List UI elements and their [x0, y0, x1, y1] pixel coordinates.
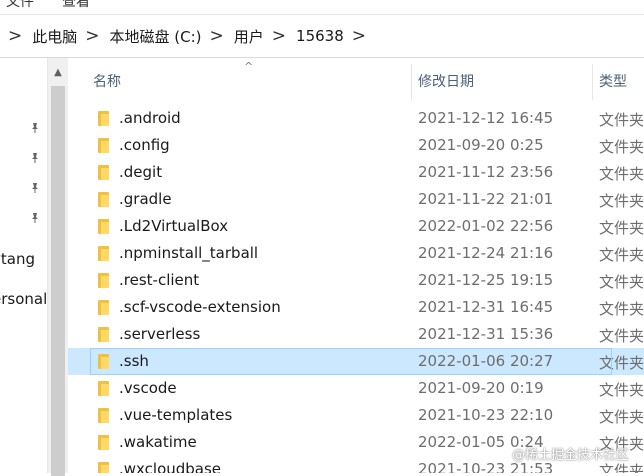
scroll-up-arrow-icon[interactable]: ▲ [48, 64, 68, 82]
file-name: .wakatime [119, 433, 197, 451]
file-list-pane: ^ 名称 修改日期 类型 .android 2021-12-12 16:45 文… [68, 58, 644, 473]
column-divider[interactable] [411, 64, 412, 100]
file-name: .vscode [119, 379, 177, 397]
file-name: .serverless [119, 325, 201, 343]
breadcrumb-user-folder[interactable]: 15638 [296, 27, 344, 45]
breadcrumb-chevron-icon[interactable]: > [210, 27, 224, 45]
file-type: 文件夹 [599, 408, 644, 426]
breadcrumb-chevron-icon[interactable]: > [272, 27, 286, 45]
file-type: 文件夹 [599, 219, 644, 237]
file-modified: 2021-11-12 23:56 [418, 163, 554, 181]
file-row[interactable]: .scf-vscode-extension 2021-12-31 16:45 文… [68, 294, 644, 321]
file-row[interactable]: .rest-client 2021-12-25 19:15 文件夹 [68, 267, 644, 294]
file-type: 文件夹 [599, 192, 644, 210]
file-modified: 2022-01-06 20:27 [418, 352, 554, 370]
folder-icon [98, 246, 109, 261]
column-divider[interactable] [592, 64, 593, 100]
folder-icon [98, 273, 109, 288]
file-name: .degit [119, 163, 163, 181]
file-modified: 2021-11-22 21:01 [418, 190, 554, 208]
breadcrumb-chevron-icon[interactable]: > [352, 27, 366, 45]
breadcrumb-chevron-icon[interactable]: > [8, 27, 22, 45]
file-name: .scf-vscode-extension [119, 298, 281, 316]
pin-icon[interactable] [28, 212, 42, 226]
column-header-name[interactable]: 名称 [93, 71, 121, 91]
file-modified: 2021-12-31 16:45 [418, 298, 554, 316]
folder-icon [98, 381, 109, 396]
file-type: 文件夹 [599, 327, 644, 345]
scroll-thumb[interactable] [51, 86, 65, 476]
breadcrumb-chevron-icon[interactable]: > [85, 27, 99, 45]
file-row[interactable]: .vscode 2021-09-20 0:19 文件夹 [68, 375, 644, 402]
breadcrumb-users[interactable]: 用户 [234, 26, 264, 47]
file-modified: 2021-12-12 16:45 [418, 109, 554, 127]
folder-icon [98, 435, 109, 450]
watermark: @稀土掘金技术社区 [512, 448, 630, 463]
file-row-selected[interactable]: .ssh 2022-01-06 20:27 文件夹 [68, 348, 644, 375]
file-type: 文件夹 [599, 381, 644, 399]
file-name: .rest-client [119, 271, 200, 289]
file-modified: 2021-10-23 22:10 [418, 406, 554, 424]
file-row[interactable]: .degit 2021-11-12 23:56 文件夹 [68, 159, 644, 186]
file-modified: 2021-09-20 0:25 [418, 136, 544, 154]
file-name: .wxcloudbase [119, 460, 222, 473]
file-name: .vue-templates [119, 406, 233, 424]
file-row[interactable]: .config 2021-09-20 0:25 文件夹 [68, 132, 644, 159]
file-name: .Ld2VirtualBox [119, 217, 229, 235]
pin-icon[interactable] [28, 122, 42, 136]
folder-icon [98, 462, 109, 473]
file-type: 文件夹 [599, 165, 644, 183]
folder-icon [98, 192, 109, 207]
file-name: .gradle [119, 190, 172, 208]
nav-item-user[interactable]: ytang [0, 250, 35, 268]
file-modified: 2021-09-20 0:19 [418, 379, 544, 397]
breadcrumb-local-disk[interactable]: 本地磁盘 (C:) [110, 26, 202, 47]
file-row[interactable]: .gradle 2021-11-22 21:01 文件夹 [68, 186, 644, 213]
file-name: .android [119, 109, 181, 127]
file-name: .config [119, 136, 170, 154]
address-bar[interactable]: > 此电脑 > 本地磁盘 (C:) > 用户 > 15638 > [0, 15, 644, 58]
file-row[interactable]: .android 2021-12-12 16:45 文件夹 [68, 105, 644, 132]
nav-scrollbar[interactable]: ▲ [47, 58, 68, 476]
file-list: .android 2021-12-12 16:45 文件夹 .config 20… [68, 105, 644, 473]
ribbon-tab-view[interactable]: 查看 [62, 0, 90, 11]
folder-icon [98, 327, 109, 342]
file-type: 文件夹 [599, 300, 644, 318]
file-row[interactable]: .serverless 2021-12-31 15:36 文件夹 [68, 321, 644, 348]
file-type: 文件夹 [599, 246, 644, 264]
navigation-pane: ytang ersonal [0, 58, 50, 473]
folder-icon [98, 165, 109, 180]
column-header: ^ 名称 修改日期 类型 [68, 58, 644, 102]
file-type: 文件夹 [599, 138, 644, 156]
nav-item-personal[interactable]: ersonal [0, 290, 47, 308]
folder-icon [98, 354, 109, 369]
ribbon-tabs: 文件 查看 [0, 0, 644, 15]
file-modified: 2021-12-31 15:36 [418, 325, 554, 343]
file-modified: 2022-01-02 22:56 [418, 217, 554, 235]
file-name: .ssh [119, 352, 149, 370]
folder-icon [98, 300, 109, 315]
file-row[interactable]: .npminstall_tarball 2021-12-24 21:16 文件夹 [68, 240, 644, 267]
folder-icon [98, 111, 109, 126]
column-header-type[interactable]: 类型 [599, 71, 627, 91]
file-type: 文件夹 [599, 273, 644, 291]
file-modified: 2021-12-25 19:15 [418, 271, 554, 289]
folder-icon [98, 408, 109, 423]
ribbon-tab-file[interactable]: 文件 [6, 0, 34, 11]
file-name: .npminstall_tarball [119, 244, 259, 262]
file-type: 文件夹 [599, 354, 644, 372]
sort-ascending-icon: ^ [244, 60, 254, 73]
file-row[interactable]: .Ld2VirtualBox 2022-01-02 22:56 文件夹 [68, 213, 644, 240]
file-type: 文件夹 [599, 111, 644, 129]
pin-icon[interactable] [28, 152, 42, 166]
breadcrumb-this-pc[interactable]: 此电脑 [32, 26, 77, 47]
file-row[interactable]: .vue-templates 2021-10-23 22:10 文件夹 [68, 402, 644, 429]
file-modified: 2021-12-24 21:16 [418, 244, 554, 262]
folder-icon [98, 219, 109, 234]
folder-icon [98, 138, 109, 153]
column-header-modified[interactable]: 修改日期 [418, 71, 474, 91]
pin-icon[interactable] [28, 182, 42, 196]
